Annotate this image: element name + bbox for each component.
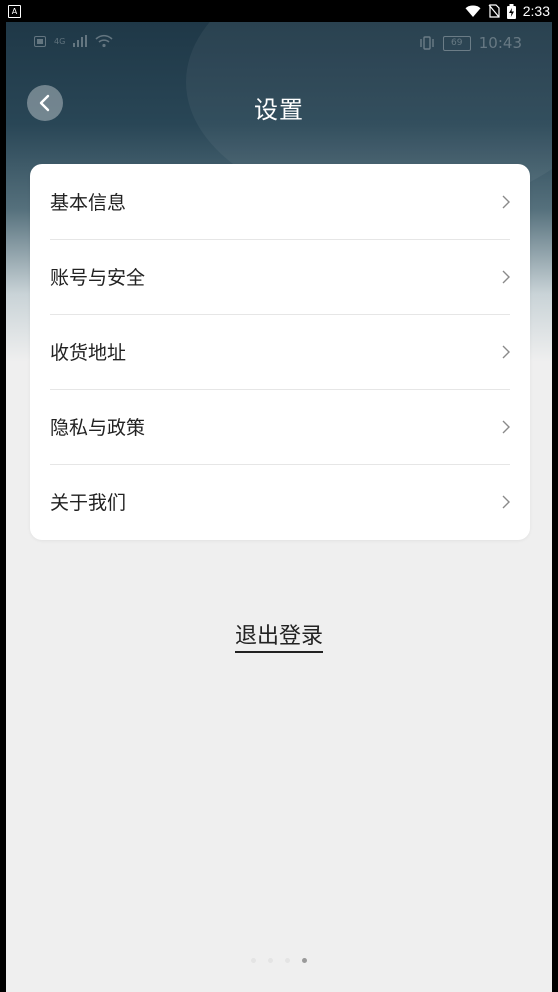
page-dot: [251, 958, 256, 963]
sim-off-icon: [488, 4, 500, 18]
settings-item-account-security[interactable]: 账号与安全: [30, 239, 530, 314]
settings-item-label: 关于我们: [50, 492, 127, 514]
system-status-right: 2:33: [465, 3, 550, 19]
chevron-right-icon: [502, 345, 510, 359]
vibrate-icon: [420, 36, 434, 50]
settings-item-label: 收货地址: [50, 342, 127, 364]
inner-status-bar: 4G 69 10:43: [6, 22, 552, 66]
chevron-right-icon: [502, 195, 510, 209]
inner-status-right: 69 10:43: [419, 34, 522, 52]
logout-container: 退出登录: [6, 618, 552, 653]
system-status-bar: A 2:33: [0, 0, 558, 22]
inner-battery-level: 69: [451, 37, 463, 48]
inner-status-left: 4G: [34, 34, 113, 48]
system-time: 2:33: [522, 3, 550, 19]
network-type-label: 4G: [54, 36, 66, 46]
settings-item-label: 基本信息: [50, 192, 127, 214]
inner-battery: 69: [442, 35, 471, 51]
chevron-right-icon: [502, 270, 510, 284]
sim-icon: [34, 35, 46, 47]
page-indicator: [6, 958, 552, 963]
settings-item-label: 账号与安全: [50, 267, 146, 289]
wifi-icon: [465, 5, 481, 17]
battery-charging-icon: [506, 3, 516, 19]
page-dot: [268, 958, 273, 963]
settings-item-privacy-policy[interactable]: 隐私与政策: [30, 389, 530, 464]
inner-time: 10:43: [478, 34, 522, 52]
settings-card: 基本信息 账号与安全 收货地址 隐私与政策 关于我们: [30, 164, 530, 540]
wifi-outline-icon: [95, 34, 113, 48]
page-title: 设置: [254, 96, 304, 124]
page-dot: [285, 958, 290, 963]
logout-button[interactable]: 退出登录: [234, 624, 323, 653]
chevron-right-icon: [502, 420, 510, 434]
settings-item-shipping-address[interactable]: 收货地址: [30, 314, 530, 389]
signal-bars-icon: [73, 35, 88, 47]
settings-item-about-us[interactable]: 关于我们: [30, 464, 530, 539]
notification-a-icon: A: [8, 5, 21, 18]
page-dot-active: [302, 958, 307, 963]
settings-item-basic-info[interactable]: 基本信息: [30, 164, 530, 239]
settings-item-label: 隐私与政策: [50, 417, 146, 439]
chevron-right-icon: [502, 495, 510, 509]
app-screen: 4G 69 10:43 设置 基本信息 账号与安全 收货地址 隐私与政策 关于我…: [6, 22, 552, 992]
